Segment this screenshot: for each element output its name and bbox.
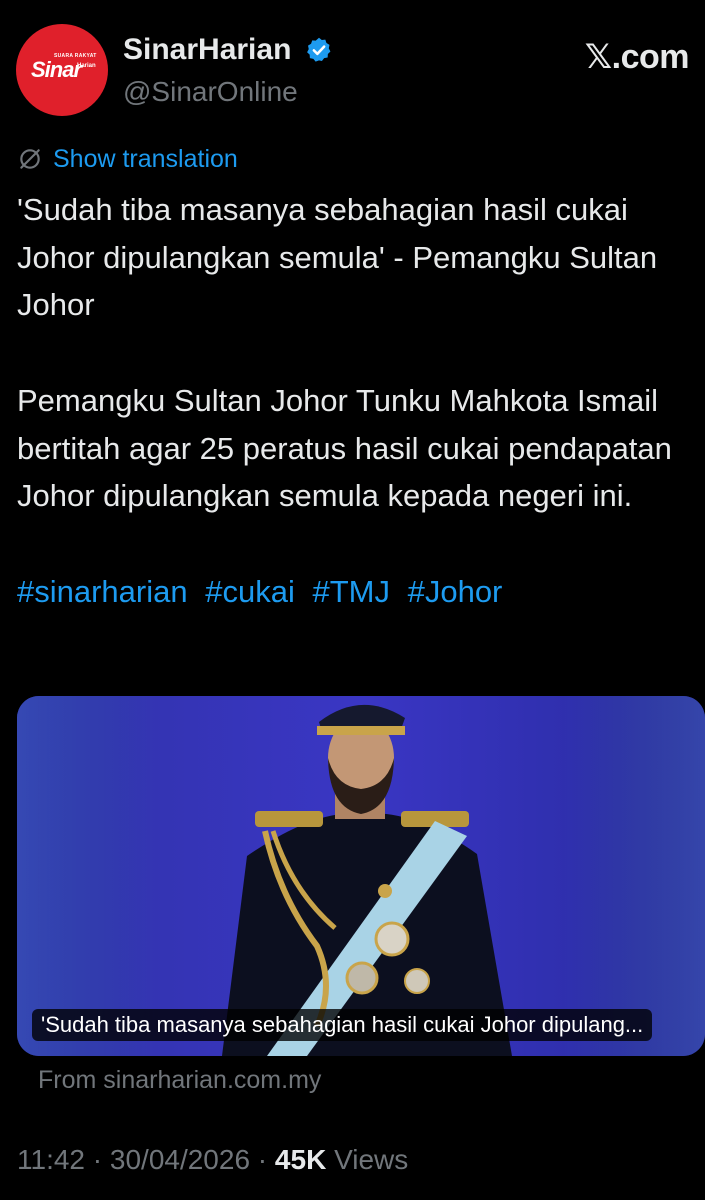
card-photo (17, 696, 705, 1056)
tweet-date[interactable]: 30/04/2026 (110, 1144, 250, 1175)
hashtag-link[interactable]: #sinarharian (17, 574, 188, 609)
tweet-meta: 11:42 · 30/04/2026 · 45K Views (17, 1144, 408, 1176)
globe-slash-icon (20, 149, 40, 169)
views-count: 45K (274, 1144, 327, 1175)
card-caption: 'Sudah tiba masanya sebahagian hasil cuk… (32, 1009, 653, 1041)
hashtag-link[interactable]: #cukai (205, 574, 295, 609)
tweet-body: Pemangku Sultan Johor Tunku Mahkota Isma… (17, 382, 672, 514)
meta-separator: · (85, 1144, 110, 1175)
x-com-logo: 𝕏.com (584, 37, 690, 77)
show-translation-label: Show translation (53, 144, 238, 173)
card-source-link[interactable]: From sinarharian.com.my (38, 1066, 321, 1095)
tweet-text: 'Sudah tiba masanya sebahagian hasil cuk… (17, 186, 697, 615)
show-translation-link[interactable]: Show translation (17, 143, 238, 175)
handle[interactable]: @SinarOnline (123, 76, 298, 108)
tweet-headline: 'Sudah tiba masanya sebahagian hasil cuk… (17, 192, 658, 323)
hashtag-link[interactable]: #Johor (408, 574, 503, 609)
link-card[interactable]: 'Sudah tiba masanya sebahagian hasil cuk… (17, 696, 705, 1056)
views-label: Views (326, 1144, 409, 1175)
hashtag-link[interactable]: #TMJ (312, 574, 390, 609)
display-name[interactable]: SinarHarian (123, 33, 291, 67)
hashtag-list: #sinarharian #cukai #TMJ #Johor (17, 568, 697, 616)
verified-badge-icon (307, 37, 331, 62)
avatar-brand-word: Sinar (31, 57, 82, 82)
avatar[interactable]: SUARA RAKYAT Sinar Harian (16, 24, 108, 116)
meta-separator: · (250, 1144, 275, 1175)
avatar-sub-word: Harian (77, 63, 96, 69)
tweet-time[interactable]: 11:42 (17, 1144, 85, 1175)
tweet-page: SUARA RAKYAT Sinar Harian SinarHarian @S… (0, 0, 705, 1200)
x-logo-icon: 𝕏 (584, 37, 612, 77)
x-com-suffix: .com (611, 38, 690, 76)
